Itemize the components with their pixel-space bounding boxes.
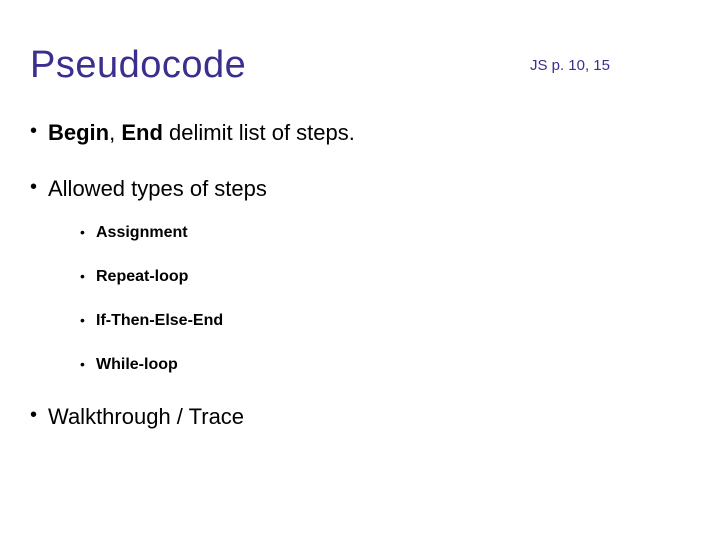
bullet-text: Walkthrough / Trace	[48, 404, 244, 429]
bullet-item: Begin, End delimit list of steps.	[30, 120, 690, 146]
bullet-text: Begin	[48, 120, 109, 145]
slide: Pseudocode JS p. 10, 15 Begin, End delim…	[0, 0, 720, 540]
sub-bullet-item: If-Then-Else-End	[80, 312, 690, 330]
sub-bullet-list: Assignment Repeat-loop If-Then-Else-End …	[80, 224, 690, 374]
bullet-item: Walkthrough / Trace	[30, 404, 690, 430]
bullet-text: delimit list of steps.	[163, 120, 355, 145]
bullet-text: End	[121, 120, 163, 145]
slide-reference: JS p. 10, 15	[530, 57, 610, 74]
bullet-text: Allowed types of steps	[48, 176, 267, 201]
sub-bullet-item: Repeat-loop	[80, 268, 690, 286]
sub-bullet-item: Assignment	[80, 224, 690, 242]
slide-title: Pseudocode	[30, 44, 246, 87]
slide-body: Begin, End delimit list of steps. Allowe…	[30, 120, 690, 460]
header-row: Pseudocode JS p. 10, 15	[30, 44, 690, 87]
bullet-item: Allowed types of steps Assignment Repeat…	[30, 176, 690, 374]
bullet-text: ,	[109, 120, 121, 145]
bullet-list: Begin, End delimit list of steps. Allowe…	[30, 120, 690, 430]
sub-bullet-item: While-loop	[80, 356, 690, 374]
